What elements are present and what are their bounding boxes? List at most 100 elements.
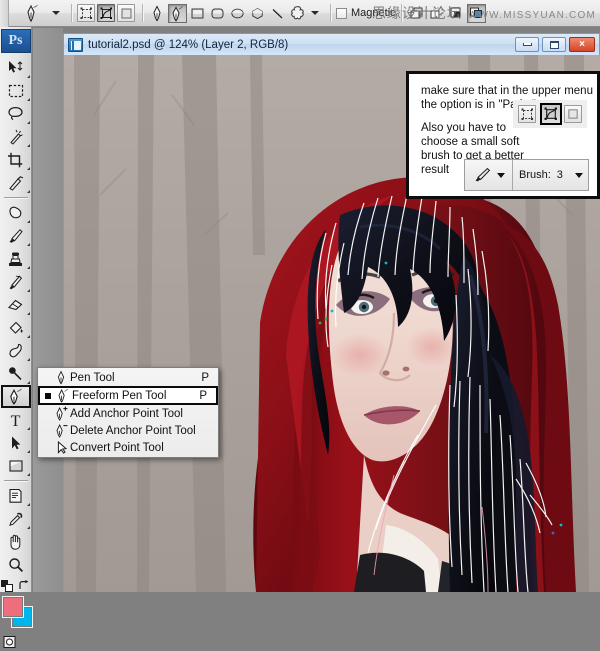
fill-pixels-button[interactable]: [117, 4, 135, 22]
sidebar-item-brush-tool[interactable]: [1, 224, 31, 247]
brush-icon: [473, 167, 493, 183]
freeform-pen-tool-button[interactable]: [168, 4, 187, 23]
paths-icon: [544, 107, 558, 121]
menu-item-shortcut: P: [199, 390, 207, 402]
options-bar-grip[interactable]: [0, 0, 9, 27]
menu-item-convert-point-tool[interactable]: Convert Point Tool: [38, 439, 218, 456]
tool-preset-picker[interactable]: [15, 3, 49, 24]
sidebar-item-lasso-tool[interactable]: [1, 102, 31, 125]
document-title-bar[interactable]: tutorial2.psd @ 124% (Layer 2, RGB/8) ×: [63, 33, 600, 55]
toolbox-panel: Ps: [0, 27, 32, 592]
sidebar-item-horizontal-type-tool[interactable]: T: [1, 408, 31, 431]
separator: [142, 4, 143, 22]
quick-mask-toggle[interactable]: [1, 633, 31, 651]
close-button[interactable]: ×: [569, 37, 595, 52]
annotation-paths-button[interactable]: [540, 103, 562, 125]
sidebar-item-dodge-tool[interactable]: [1, 362, 31, 385]
brush-preset-caret-icon[interactable]: [497, 173, 505, 178]
menu-item-pen-tool[interactable]: Pen Tool P: [38, 369, 218, 386]
pen-tool-button[interactable]: [148, 4, 167, 23]
tool-more-indicator: [27, 95, 30, 101]
maximize-button[interactable]: [542, 37, 566, 52]
gradient-bucket-icon: [7, 320, 24, 336]
menu-item-freeform-pen-tool[interactable]: Freeform Pen Tool P: [38, 386, 218, 405]
default-colors-icon[interactable]: [1, 580, 14, 593]
delete-anchor-point-icon: [52, 423, 70, 438]
tool-more-indicator: [27, 424, 30, 430]
dodge-icon: [7, 366, 24, 382]
sidebar-item-hand-tool[interactable]: [1, 530, 31, 553]
tool-more-indicator: [27, 187, 30, 193]
patch-icon: [7, 205, 24, 220]
swap-colors-icon[interactable]: [18, 580, 30, 592]
sidebar-item-pen-tool[interactable]: [1, 385, 31, 408]
tool-more-indicator: [27, 263, 30, 269]
fill-pixels-icon: [120, 7, 133, 20]
tool-more-indicator: [27, 118, 30, 124]
polygon-tool-button[interactable]: [248, 4, 267, 23]
sidebar-item-zoom-tool[interactable]: [1, 553, 31, 576]
menu-item-delete-anchor-point-tool[interactable]: Delete Anchor Point Tool: [38, 422, 218, 439]
custom-shape-tool-button[interactable]: [288, 4, 307, 23]
toolbox-divider: [4, 480, 28, 481]
ellipse-icon: [230, 6, 245, 21]
minimize-button[interactable]: [515, 37, 539, 52]
rounded-rectangle-tool-button[interactable]: [208, 4, 227, 23]
magnetic-checkbox[interactable]: [336, 8, 347, 19]
sidebar-item-magic-wand-tool[interactable]: [1, 125, 31, 148]
freeform-pen-tool-icon: [54, 388, 72, 403]
add-anchor-point-icon: [52, 406, 70, 421]
menu-item-label: Delete Anchor Point Tool: [70, 425, 209, 437]
sidebar-item-slice-tool[interactable]: [1, 171, 31, 194]
sidebar-item-rectangular-marquee-tool[interactable]: [1, 79, 31, 102]
sidebar-item-patch-tool[interactable]: [1, 201, 31, 224]
exclude-overlapping-path-icon: [469, 6, 484, 20]
subtract-from-path-area-button[interactable]: [427, 4, 446, 23]
sidebar-item-path-selection-tool[interactable]: [1, 431, 31, 454]
sidebar-item-history-brush-tool[interactable]: [1, 270, 31, 293]
rectangle-shape-icon: [8, 459, 24, 473]
paths-icon: [100, 7, 113, 20]
brush-size-caret-icon[interactable]: [575, 173, 583, 178]
tool-preset-caret-icon[interactable]: [52, 11, 60, 15]
foreground-color-swatch[interactable]: [3, 597, 23, 617]
line-tool-button[interactable]: [268, 4, 287, 23]
sidebar-item-rectangle-shape-tool[interactable]: [1, 454, 31, 477]
sidebar-item-move-tool[interactable]: [1, 56, 31, 79]
slice-icon: [7, 175, 24, 191]
separator: [330, 4, 331, 22]
tool-more-indicator: [27, 72, 30, 78]
brush-preset-picker[interactable]: [465, 160, 513, 190]
sidebar-item-smudge-tool[interactable]: [1, 339, 31, 362]
rectangle-tool-button[interactable]: [188, 4, 207, 23]
sidebar-item-gradient-tool[interactable]: [1, 316, 31, 339]
menu-item-label: Convert Point Tool: [70, 442, 209, 454]
magnetic-option[interactable]: Magnetic: [336, 7, 396, 19]
paths-button[interactable]: [97, 4, 115, 22]
menu-item-add-anchor-point-tool[interactable]: Add Anchor Point Tool: [38, 405, 218, 422]
annotation-fill-pixels-button[interactable]: [564, 105, 582, 123]
sidebar-item-notes-tool[interactable]: [1, 484, 31, 507]
shape-layers-button[interactable]: [77, 4, 95, 22]
document-title: tutorial2.psd @ 124% (Layer 2, RGB/8): [88, 39, 515, 51]
ellipse-tool-button[interactable]: [228, 4, 247, 23]
sidebar-item-eyedropper-tool[interactable]: [1, 507, 31, 530]
brush-value: 3: [555, 171, 565, 180]
brush-size-field[interactable]: Brush: 3: [513, 169, 588, 181]
sidebar-item-clone-stamp-tool[interactable]: [1, 247, 31, 270]
annotation-shape-layers-button[interactable]: [518, 105, 536, 123]
zoom-magnifier-icon: [8, 557, 24, 573]
menu-item-label: Pen Tool: [70, 372, 201, 384]
sidebar-item-crop-tool[interactable]: [1, 148, 31, 171]
sidebar-item-eraser-tool[interactable]: [1, 293, 31, 316]
quick-mask-icon: [3, 635, 29, 649]
pen-tool-icon: [52, 370, 70, 385]
intersect-path-areas-button[interactable]: [447, 4, 466, 23]
shape-layers-icon: [521, 108, 534, 121]
tool-more-indicator: [27, 523, 30, 529]
add-to-path-area-button[interactable]: [407, 4, 426, 23]
pen-tool-flyout-menu: Pen Tool P Freeform Pen Tool P Add Ancho…: [37, 367, 219, 458]
path-operations-group: [407, 4, 487, 23]
shape-options-caret-icon[interactable]: [311, 11, 319, 15]
exclude-overlapping-path-areas-button[interactable]: [467, 4, 486, 23]
